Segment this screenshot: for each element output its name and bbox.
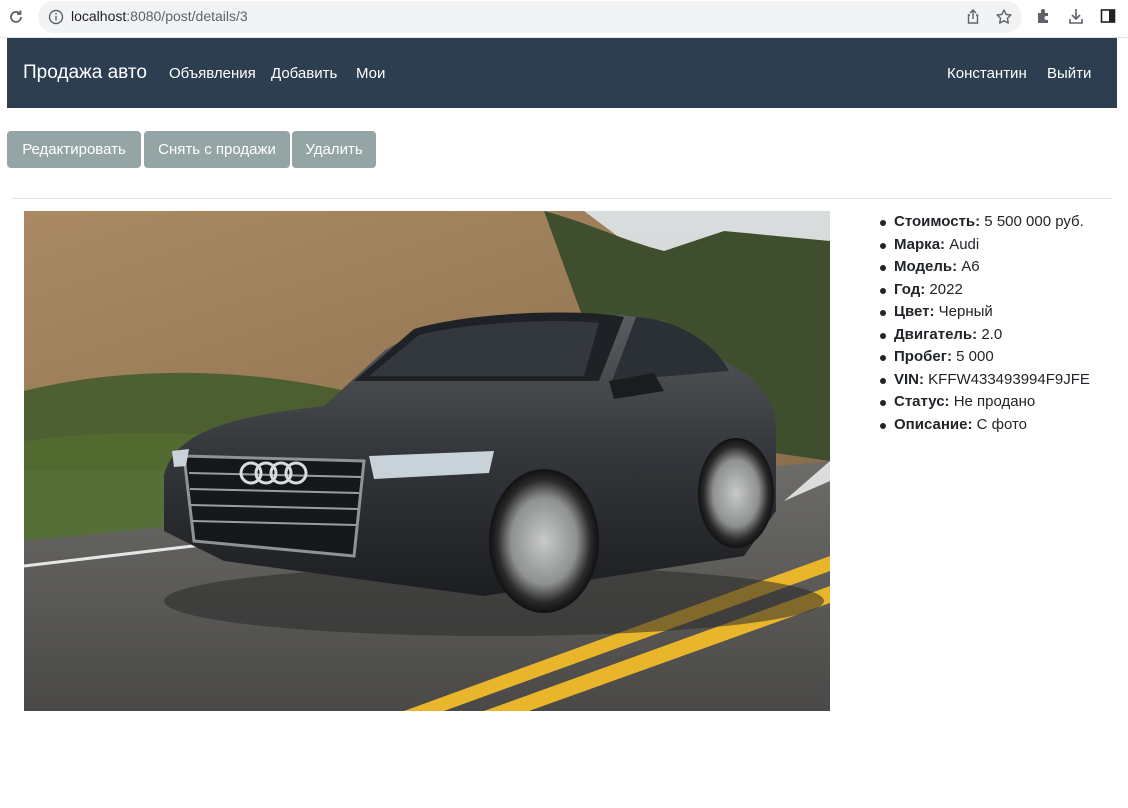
- download-icon[interactable]: [1067, 7, 1085, 25]
- detail-label: Модель:: [894, 258, 958, 275]
- detail-label: Статус:: [894, 393, 950, 410]
- detail-color: Цвет: Черный: [878, 301, 1118, 324]
- detail-status: Статус: Не продано: [878, 391, 1118, 414]
- side-panel-icon[interactable]: [1099, 7, 1117, 25]
- brand-link[interactable]: Продажа авто: [23, 62, 147, 84]
- detail-label: Год:: [894, 280, 926, 298]
- detail-label: Стоимость:: [894, 213, 981, 230]
- extensions-icon[interactable]: [1035, 7, 1053, 25]
- url-text[interactable]: localhost:8080/post/details/3: [71, 8, 248, 24]
- detail-engine: Двигатель: 2.0: [878, 324, 1118, 347]
- detail-value: Черный: [934, 303, 993, 320]
- detail-label: Двигатель:: [894, 325, 978, 343]
- detail-label: Описание:: [894, 415, 973, 433]
- nav-link-listings[interactable]: Объявления: [169, 65, 256, 82]
- detail-model: Модель: A6: [878, 256, 1118, 279]
- reload-icon[interactable]: [6, 7, 26, 27]
- detail-label: Марка:: [894, 235, 946, 253]
- detail-value: A6: [957, 258, 980, 275]
- info-icon[interactable]: [48, 9, 64, 25]
- bookmark-star-icon[interactable]: [995, 8, 1013, 26]
- browser-toolbar: localhost:8080/post/details/3: [0, 0, 1128, 38]
- car-details-list: Стоимость: 5 500 000 руб. Марка: Audi Мо…: [878, 211, 1118, 436]
- nav-link-mine[interactable]: Мои: [356, 65, 385, 82]
- share-icon[interactable]: [964, 8, 982, 26]
- detail-value: Audi: [945, 235, 980, 253]
- car-photo: [24, 211, 830, 711]
- detail-vin: VIN: KFFW433493994F9JFE: [878, 369, 1118, 392]
- nav-link-add[interactable]: Добавить: [271, 65, 337, 82]
- detail-brand: Марка: Audi: [878, 234, 1118, 257]
- url-path: :8080/post/details/3: [126, 8, 248, 24]
- detail-value: KFFW433493994F9JFE: [924, 370, 1090, 388]
- detail-year: Год: 2022: [878, 279, 1118, 302]
- detail-value: 2022: [925, 280, 963, 298]
- detail-value: Не продано: [949, 393, 1036, 410]
- detail-value: С фото: [972, 415, 1028, 433]
- detail-mileage: Пробег: 5 000: [878, 346, 1118, 369]
- detail-value: 5 000: [951, 348, 994, 365]
- unpublish-button[interactable]: Снять с продажи: [144, 131, 290, 168]
- logout-link[interactable]: Выйти: [1047, 65, 1091, 82]
- detail-label: VIN:: [894, 370, 924, 388]
- detail-label: Пробег:: [894, 348, 952, 365]
- url-host: localhost: [71, 8, 127, 24]
- nav-user-name[interactable]: Константин: [947, 65, 1027, 82]
- address-bar[interactable]: localhost:8080/post/details/3: [38, 1, 1022, 33]
- detail-description: Описание: С фото: [878, 414, 1118, 437]
- detail-value: 2.0: [977, 325, 1003, 343]
- divider: [12, 198, 1112, 199]
- detail-price: Стоимость: 5 500 000 руб.: [878, 211, 1118, 234]
- detail-value: 5 500 000 руб.: [980, 213, 1084, 230]
- detail-label: Цвет:: [894, 303, 935, 320]
- edit-button[interactable]: Редактировать: [7, 131, 141, 168]
- top-navbar: Продажа авто Объявления Добавить Мои Кон…: [7, 38, 1117, 108]
- delete-button[interactable]: Удалить: [292, 131, 376, 168]
